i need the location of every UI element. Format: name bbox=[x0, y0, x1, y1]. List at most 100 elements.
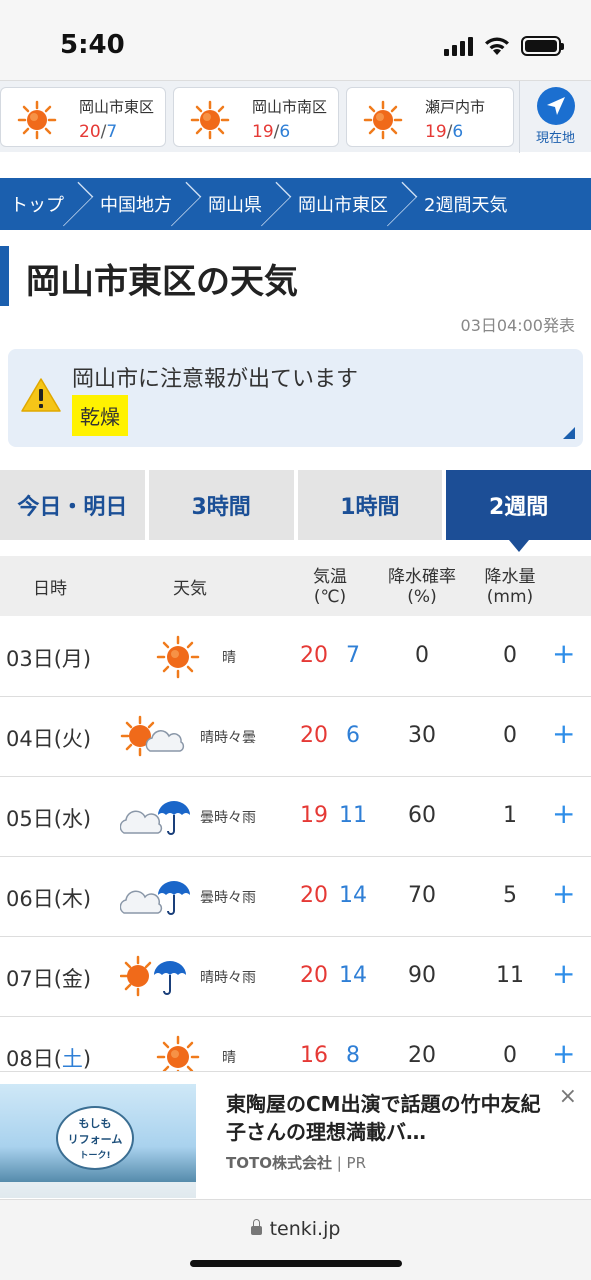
table-row[interactable]: 03日(月) 晴 20 7 0 0 + bbox=[0, 617, 591, 697]
row-precip-prob: 60 bbox=[408, 803, 436, 828]
row-date: 05日(水) bbox=[6, 807, 92, 831]
ad-thumbnail-caption bbox=[0, 1182, 196, 1198]
location-temps: 19/6 bbox=[425, 122, 464, 142]
url-display[interactable]: tenki.jp bbox=[0, 1218, 591, 1240]
location-temps: 20/7 bbox=[79, 122, 118, 142]
tab-3-hours[interactable]: 3時間 bbox=[148, 470, 294, 540]
warning-icon bbox=[21, 378, 61, 412]
table-row[interactable]: 06日(木) 曇時々雨 20 14 70 5 + bbox=[0, 857, 591, 937]
breadcrumb-item[interactable]: 岡山県 bbox=[198, 178, 292, 230]
row-weather: 晴時々雨 bbox=[200, 970, 256, 986]
location-name: 瀬戸内市 bbox=[425, 98, 486, 116]
row-date: 04日(火) bbox=[6, 727, 92, 751]
title-accent bbox=[0, 246, 9, 306]
expand-plus-icon[interactable]: + bbox=[552, 637, 575, 670]
table-header: 日時 天気 気温 (℃) 降水確率 (%) 降水量 (mm) bbox=[0, 556, 591, 616]
warning-banner[interactable]: 岡山市に注意報が出ています 乾燥 bbox=[8, 349, 583, 447]
row-precip-amt: 0 bbox=[503, 723, 517, 748]
header-date: 日時 bbox=[33, 579, 67, 599]
page-title: 岡山市東区の天気 bbox=[26, 262, 298, 302]
tab-1-hour[interactable]: 1時間 bbox=[297, 470, 443, 540]
row-high-temp: 20 bbox=[300, 883, 328, 908]
header-precip-prob-unit: (%) bbox=[407, 587, 437, 607]
row-precip-amt: 5 bbox=[503, 883, 517, 908]
expand-plus-icon[interactable]: + bbox=[552, 877, 575, 910]
header-temp: 気温 bbox=[313, 567, 347, 587]
row-low-temp: 14 bbox=[339, 963, 367, 988]
row-weather: 曇時々雨 bbox=[200, 890, 256, 906]
cellular-signal-icon bbox=[444, 37, 473, 56]
row-low-temp: 6 bbox=[346, 723, 360, 748]
row-precip-prob: 20 bbox=[408, 1043, 436, 1068]
ad-thumbnail[interactable]: もしも リフォーム トーク! bbox=[0, 1084, 196, 1198]
breadcrumb: トップ 中国地方 岡山県 岡山市東区 2週間天気 bbox=[0, 178, 591, 230]
header-weather: 天気 bbox=[173, 579, 207, 599]
ad-thumbnail-bubble: もしも リフォーム トーク! bbox=[56, 1106, 134, 1170]
row-precip-amt: 11 bbox=[496, 963, 524, 988]
row-low-temp: 8 bbox=[346, 1043, 360, 1068]
ad-close-button[interactable]: × bbox=[559, 1084, 577, 1109]
sun-umbrella-icon bbox=[120, 955, 186, 997]
ad-banner[interactable]: もしも リフォーム トーク! 東陶屋のCM出演で話題の竹中友紀子さんの理想満載バ… bbox=[0, 1071, 591, 1199]
location-card[interactable]: 岡山市東区 20/7 bbox=[0, 87, 166, 147]
row-high-temp: 19 bbox=[300, 803, 328, 828]
row-date: 06日(木) bbox=[6, 887, 92, 911]
breadcrumb-item[interactable]: トップ bbox=[0, 178, 94, 230]
expand-plus-icon[interactable]: + bbox=[552, 1037, 575, 1070]
row-high-temp: 20 bbox=[300, 963, 328, 988]
current-location-button[interactable]: 現在地 bbox=[519, 81, 591, 153]
breadcrumb-item-current: 2週間天気 bbox=[424, 195, 508, 216]
location-card[interactable]: 岡山市南区 19/6 bbox=[173, 87, 339, 147]
expand-plus-icon[interactable]: + bbox=[552, 797, 575, 830]
expand-plus-icon[interactable]: + bbox=[552, 957, 575, 990]
breadcrumb-item[interactable]: 岡山市東区 bbox=[288, 178, 418, 230]
row-low-temp: 7 bbox=[346, 643, 360, 668]
row-weather: 曇時々雨 bbox=[200, 810, 256, 826]
row-high-temp: 16 bbox=[300, 1043, 328, 1068]
row-date: 03日(月) bbox=[6, 647, 92, 671]
home-indicator[interactable] bbox=[190, 1260, 402, 1267]
browser-url-bar[interactable]: tenki.jp bbox=[0, 1199, 591, 1280]
battery-icon bbox=[521, 36, 564, 56]
sun-cloud-icon bbox=[120, 715, 185, 757]
header-precip-amt: 降水量 bbox=[484, 567, 536, 587]
row-precip-amt: 0 bbox=[503, 1043, 517, 1068]
status-bar: 5:40 bbox=[0, 0, 591, 80]
tab-2-weeks[interactable]: 2週間 bbox=[446, 470, 591, 552]
header-temp-unit: (℃) bbox=[313, 587, 347, 607]
forecast-tabs: 今日・明日 3時間 1時間 2週間 bbox=[0, 470, 591, 552]
sun-icon bbox=[17, 100, 57, 140]
row-weather: 晴 bbox=[222, 1050, 236, 1066]
sun-icon bbox=[190, 100, 230, 140]
tab-today-tomorrow[interactable]: 今日・明日 bbox=[0, 470, 145, 540]
warning-message: 岡山市に注意報が出ています bbox=[72, 367, 359, 392]
row-low-temp: 11 bbox=[339, 803, 367, 828]
ad-sponsor: TOTO株式会社 | PR bbox=[226, 1154, 367, 1172]
header-precip-prob: 降水確率 bbox=[388, 567, 456, 587]
row-high-temp: 20 bbox=[300, 723, 328, 748]
row-high-temp: 20 bbox=[300, 643, 328, 668]
cloud-umbrella-icon bbox=[120, 801, 190, 835]
expand-plus-icon[interactable]: + bbox=[552, 717, 575, 750]
location-bar: 岡山市東区 20/7 岡山市南区 19/6 瀬戸内市 19/6 現在地 bbox=[0, 80, 591, 153]
row-precip-amt: 0 bbox=[503, 643, 517, 668]
published-time: 03日04:00発表 bbox=[460, 316, 575, 335]
ad-headline[interactable]: 東陶屋のCM出演で話題の竹中友紀子さんの理想満載バ… bbox=[226, 1090, 546, 1146]
row-date: 08日(土) bbox=[6, 1047, 92, 1071]
status-time: 5:40 bbox=[60, 30, 125, 60]
row-precip-prob: 30 bbox=[408, 723, 436, 748]
sun-icon bbox=[363, 100, 403, 140]
row-low-temp: 14 bbox=[339, 883, 367, 908]
location-name: 岡山市東区 bbox=[79, 98, 155, 116]
table-row[interactable]: 05日(水) 曇時々雨 19 11 60 1 + bbox=[0, 777, 591, 857]
expand-corner-icon bbox=[563, 427, 575, 439]
row-weather: 晴時々曇 bbox=[200, 730, 256, 746]
row-precip-amt: 1 bbox=[503, 803, 517, 828]
warning-tag: 乾燥 bbox=[72, 395, 128, 436]
location-card[interactable]: 瀬戸内市 19/6 bbox=[346, 87, 514, 147]
table-row[interactable]: 07日(金) 晴時々雨 20 14 90 11 + bbox=[0, 937, 591, 1017]
breadcrumb-item[interactable]: 中国地方 bbox=[90, 178, 202, 230]
current-location-label: 現在地 bbox=[535, 131, 575, 146]
table-row[interactable]: 04日(火) 晴時々曇 20 6 30 0 + bbox=[0, 697, 591, 777]
row-weather: 晴 bbox=[222, 650, 236, 666]
